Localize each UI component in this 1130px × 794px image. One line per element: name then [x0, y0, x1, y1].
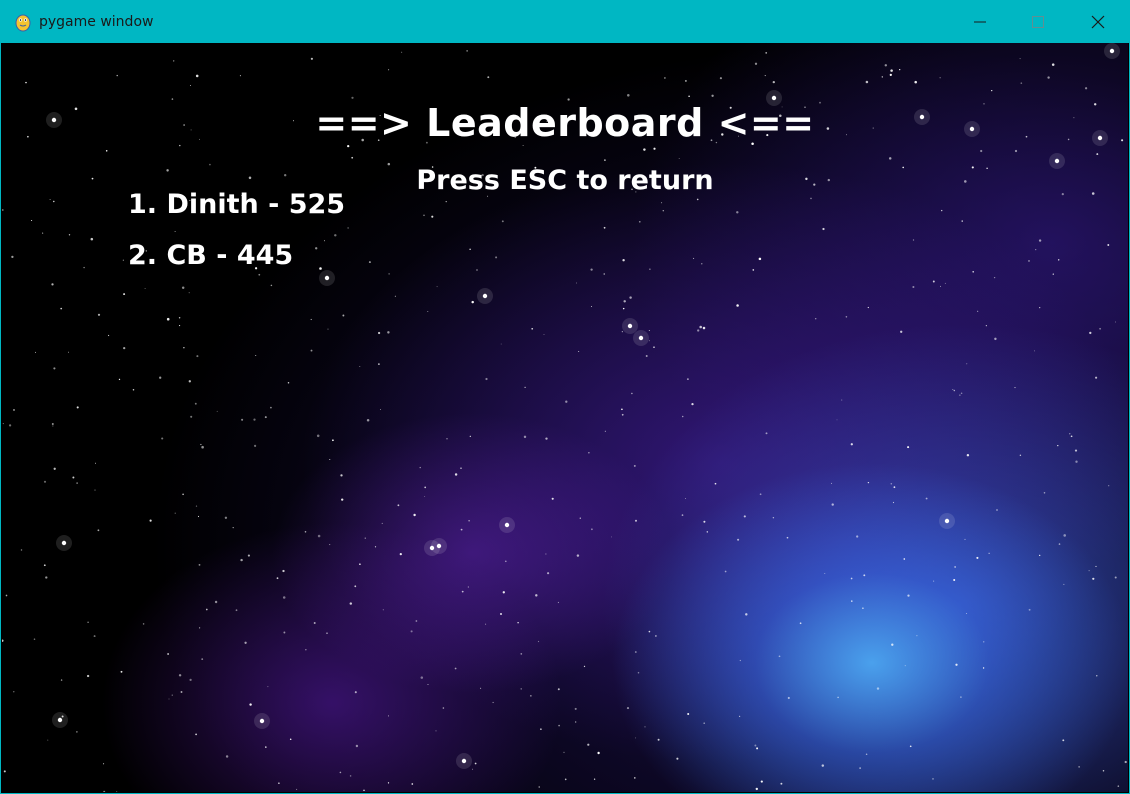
close-icon: [1091, 15, 1105, 29]
close-button[interactable]: [1069, 1, 1127, 43]
maximize-button[interactable]: [1009, 1, 1067, 43]
window-title: pygame window: [39, 14, 154, 30]
title-bar[interactable]: pygame window: [1, 1, 1129, 43]
minimize-button[interactable]: [951, 1, 1009, 43]
maximize-icon: [1032, 16, 1044, 28]
leaderboard-entry: 1. Dinith - 525: [128, 189, 346, 220]
starfield-background: [2, 43, 1127, 792]
minimize-icon: [974, 21, 986, 23]
game-canvas[interactable]: ==> Leaderboard <== Press ESC to return …: [2, 43, 1128, 792]
leaderboard-heading: ==> Leaderboard <==: [315, 101, 815, 145]
pygame-snake-icon: [15, 14, 31, 32]
app-window: pygame window ==> Leaderboard <== Press …: [0, 0, 1130, 794]
leaderboard-entry: 2. CB - 445: [128, 240, 294, 271]
